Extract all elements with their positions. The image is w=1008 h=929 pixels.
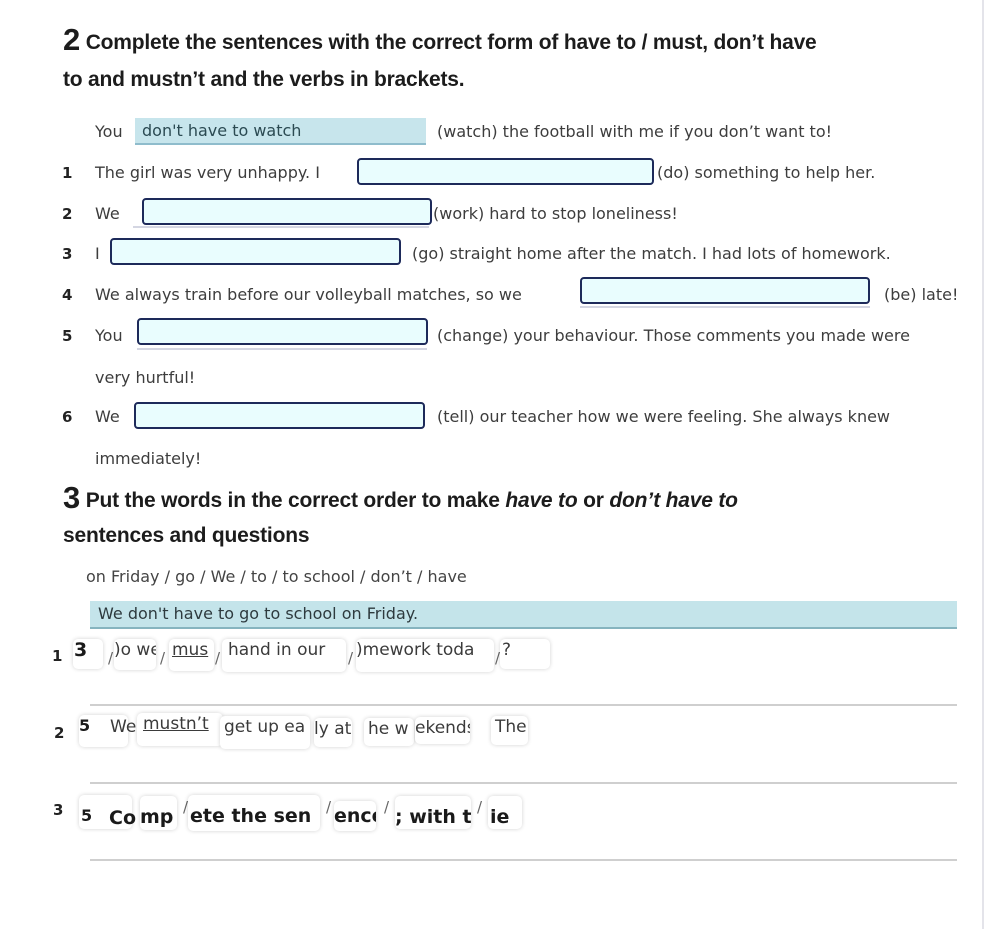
question-text-after: (go) straight home after the match. I ha… (412, 244, 891, 263)
answer-input-5[interactable] (137, 318, 428, 345)
section-3-number: 3 (63, 480, 81, 515)
gap-underline (580, 306, 870, 308)
word-tile[interactable]: hand in our (222, 639, 346, 672)
word-tile[interactable]: ; with t (395, 796, 471, 829)
answer-input-3[interactable] (110, 238, 401, 265)
answer-input-1[interactable] (357, 158, 654, 185)
row-number: 2 (54, 724, 65, 742)
page-right-border (982, 0, 984, 929)
question-number: 5 (62, 327, 73, 345)
word-tile[interactable]: The (491, 716, 528, 745)
word-tile[interactable]: 3 (73, 639, 103, 669)
answer-line[interactable] (90, 782, 957, 784)
word-tile[interactable]: )mework toda (356, 639, 494, 672)
section-3-title-line2: sentences and questions (63, 524, 310, 547)
word-separator: / (348, 649, 354, 667)
section-3-heading-line2: sentences and questions (63, 518, 310, 554)
word-separator: / (160, 649, 166, 667)
example-after: (watch) the football with me if you don’… (437, 122, 833, 141)
gap-underline (137, 348, 427, 350)
word-tile[interactable]: ie (488, 796, 522, 829)
question-number: 2 (62, 205, 73, 223)
answer-input-4[interactable] (580, 277, 870, 304)
section-2-title-line2: to and mustn’t and the verbs in brackets… (63, 68, 465, 91)
section-2-heading-line2: to and mustn’t and the verbs in brackets… (63, 62, 465, 98)
example-word-prompt: on Friday / go / We / to / to school / d… (86, 567, 467, 586)
word-tile[interactable]: ete the sen (188, 795, 320, 831)
word-separator: / (326, 798, 332, 816)
question-text-before: You (95, 326, 123, 345)
question-number: 6 (62, 408, 73, 426)
word-tile[interactable]: ekends (415, 717, 470, 744)
word-tile[interactable]: mustn’t (137, 713, 223, 746)
word-tile[interactable]: mus (169, 639, 214, 671)
word-tile[interactable]: he w (364, 718, 414, 746)
question-text-after: (be) late! (884, 285, 959, 304)
question-text-before: We (95, 407, 120, 426)
row-number: 3 (53, 801, 64, 819)
question-text-continuation: immediately! (95, 449, 202, 468)
section-3-title-italic2: don’t have to (609, 489, 738, 512)
row-number: 1 (52, 647, 63, 665)
word-separator: / (477, 798, 483, 816)
gap-underline (133, 226, 429, 228)
example-before: You (95, 122, 123, 141)
answer-input-2[interactable] (142, 198, 432, 225)
word-tile[interactable]: Co (109, 797, 141, 829)
word-tile[interactable]: ence (334, 801, 376, 831)
word-tile[interactable]: )o we (114, 639, 156, 670)
question-text-before: I (95, 244, 100, 263)
word-tile[interactable]: ? (500, 639, 550, 669)
question-text-after: (tell) our teacher how we were feeling. … (437, 407, 891, 426)
word-separator: / (108, 649, 114, 667)
section-3-title-part2: or (583, 489, 610, 512)
word-tile[interactable]: ly at (314, 718, 352, 747)
example-ordered-answer: We don't have to go to school on Friday. (90, 601, 957, 629)
question-text-before: We always train before our volleyball ma… (95, 285, 522, 304)
question-text-after: (work) hard to stop loneliness! (433, 204, 678, 223)
question-text-before: We (95, 204, 120, 223)
question-number: 1 (62, 164, 73, 182)
section-2-number: 2 (63, 22, 81, 57)
section-2-heading: 2 Complete the sentences with the correc… (63, 22, 817, 61)
word-separator: / (384, 798, 390, 816)
section-3-title-part1: Put the words in the correct order to ma… (85, 489, 506, 512)
answer-line[interactable] (90, 704, 957, 706)
word-separator: / (215, 649, 221, 667)
question-text-continuation: very hurtful! (95, 368, 196, 387)
question-number: 4 (62, 286, 73, 304)
section-3-heading: 3 Put the words in the correct order to … (63, 480, 738, 519)
answer-line[interactable] (90, 859, 957, 861)
section-2-title-line1: Complete the sentences with the correct … (85, 31, 817, 54)
word-tile[interactable]: get up ea (220, 716, 310, 749)
question-number: 3 (62, 245, 73, 263)
question-text-after: (change) your behaviour. Those comments … (437, 326, 910, 345)
section-3-title-italic1: have to (505, 489, 578, 512)
word-tile[interactable]: mp (140, 796, 177, 830)
question-text-after: (do) something to help her. (657, 163, 876, 182)
question-text-before: The girl was very unhappy. I (95, 163, 320, 182)
answer-input-6[interactable] (134, 402, 425, 429)
example-answer: don't have to watch (135, 118, 426, 145)
